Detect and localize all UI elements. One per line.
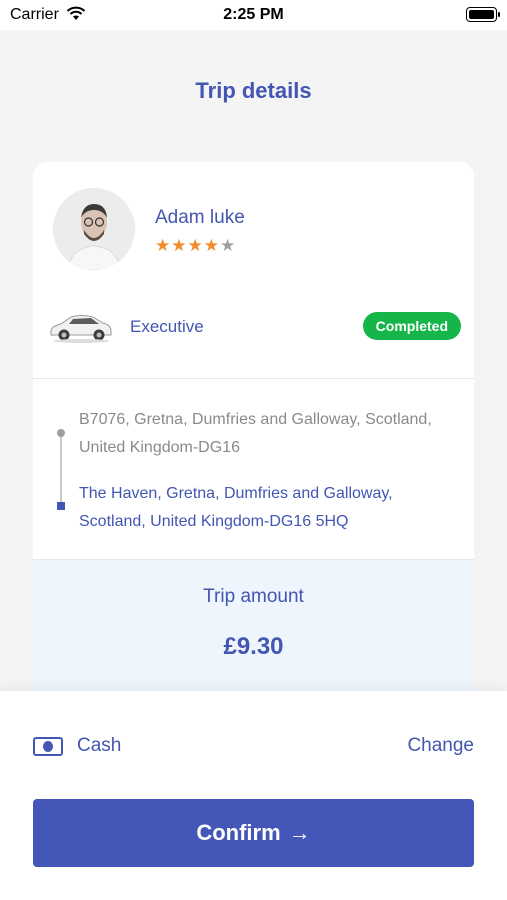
trip-amount-label: Trip amount — [203, 586, 304, 607]
rating-stars-icon: ★★★★ — [155, 236, 220, 255]
dropoff-address: The Haven, Gretna, Dumfries and Galloway… — [79, 485, 393, 530]
battery-icon — [466, 7, 500, 22]
car-icon — [50, 315, 112, 343]
change-payment-link[interactable]: Change — [407, 735, 474, 757]
status-time: 2:25 PM — [223, 6, 284, 23]
status-bar: Carrier 2:25 PM — [0, 0, 507, 30]
payment-method: Cash — [77, 735, 122, 756]
route-line — [60, 434, 62, 506]
driver-name: Adam luke — [155, 207, 245, 228]
pickup-address: B7076, Gretna, Dumfries and Galloway, Sc… — [79, 411, 432, 456]
vehicle-type: Executive — [130, 317, 204, 336]
status-badge: Completed — [362, 312, 461, 340]
trip-amount-value: £9.30 — [223, 633, 284, 660]
dropoff-square-icon — [57, 502, 65, 510]
half-star-icon: ★ — [219, 236, 237, 255]
driver-rating: ★★★★★ — [155, 236, 236, 256]
payment-sheet: Cash Change Confirm → — [0, 691, 507, 900]
page-title: Trip details — [195, 78, 312, 103]
trip-card: Adam luke ★★★★★ Executive Completed B707… — [33, 162, 474, 722]
cash-icon — [33, 737, 63, 756]
divider — [33, 378, 474, 379]
driver-photo-icon — [53, 188, 135, 270]
confirm-label: Confirm — [196, 820, 281, 845]
driver-avatar — [53, 188, 135, 270]
confirm-button[interactable]: Confirm → — [33, 799, 474, 867]
pickup-dot-icon — [57, 429, 65, 437]
arrow-right-icon: → — [288, 820, 311, 845]
